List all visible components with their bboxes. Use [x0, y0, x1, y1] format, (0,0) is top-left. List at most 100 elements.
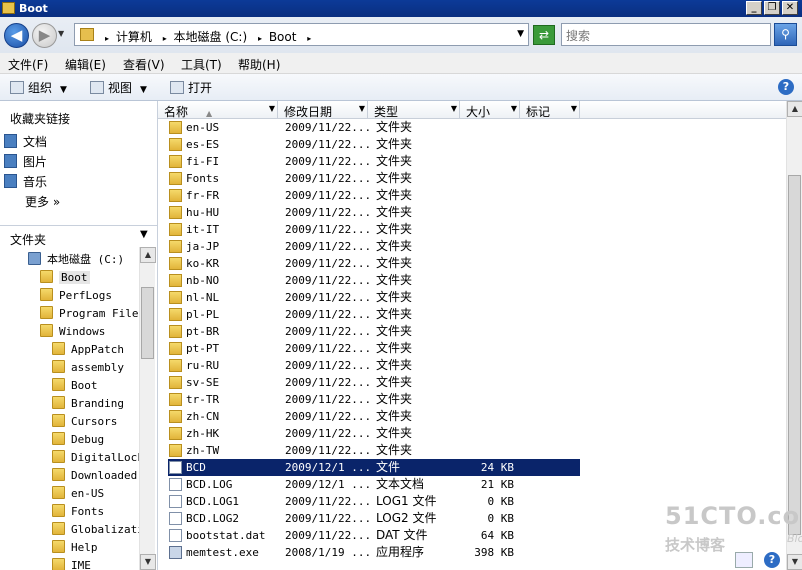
tree-item[interactable]: Boot: [52, 377, 98, 394]
search-button[interactable]: ⚲: [774, 23, 797, 46]
column-name[interactable]: 名称 ▲ ▼: [158, 101, 278, 119]
open-button[interactable]: 打开: [170, 79, 212, 96]
views-button[interactable]: 视图 ▼: [90, 79, 147, 96]
favorite-documents[interactable]: 文档: [4, 133, 47, 151]
chevron-down-icon[interactable]: ▼: [451, 104, 457, 113]
file-row[interactable]: BCD 2009/12/1 ... 文件 24 KB: [168, 459, 580, 476]
tree-item[interactable]: DigitalLocke: [52, 449, 150, 466]
address-dropdown[interactable]: ▼: [517, 29, 524, 39]
scroll-down-button[interactable]: ▼: [140, 554, 156, 570]
forward-button[interactable]: ▶: [32, 23, 57, 48]
breadcrumb-local-disk[interactable]: 本地磁盘 (C:): [174, 30, 248, 44]
chevron-down-icon[interactable]: ▼: [269, 104, 275, 113]
pictures-icon: [4, 154, 17, 168]
scroll-thumb[interactable]: [788, 175, 801, 535]
column-size[interactable]: 大小 ▼: [460, 101, 520, 119]
tree-item[interactable]: Cursors: [52, 413, 117, 430]
help-icon[interactable]: ?: [764, 552, 780, 568]
address-input[interactable]: ▸ 计算机 ▸ 本地磁盘 (C:) ▸ Boot ▸ ▼: [74, 23, 529, 46]
scroll-thumb[interactable]: [141, 287, 154, 359]
chevron-down-icon[interactable]: ▼: [571, 104, 577, 113]
tree-item[interactable]: en-US: [52, 485, 104, 502]
tree-item[interactable]: 本地磁盘 (C:): [28, 251, 124, 268]
file-list-scrollbar[interactable]: ▲ ▼: [786, 101, 802, 570]
file-row[interactable]: pl-PL 2009/11/22... 文件夹: [168, 306, 580, 323]
tree-item[interactable]: Help: [52, 539, 98, 556]
tree-item[interactable]: Program Files: [40, 305, 145, 322]
column-tags[interactable]: 标记 ▼: [520, 101, 580, 119]
organize-button[interactable]: 组织 ▼: [10, 79, 67, 96]
file-row[interactable]: ja-JP 2009/11/22... 文件夹: [168, 238, 580, 255]
file-row[interactable]: en-US 2009/11/22... 文件夹: [168, 119, 580, 136]
file-row[interactable]: es-ES 2009/11/22... 文件夹: [168, 136, 580, 153]
file-row[interactable]: tr-TR 2009/11/22... 文件夹: [168, 391, 580, 408]
chevron-right-icon[interactable]: ▸: [105, 34, 109, 43]
file-row[interactable]: zh-HK 2009/11/22... 文件夹: [168, 425, 580, 442]
help-button[interactable]: ?: [778, 79, 794, 95]
minimize-button[interactable]: _: [746, 1, 762, 15]
chevron-right-icon[interactable]: ▸: [307, 34, 311, 43]
tree-item[interactable]: Debug: [52, 431, 104, 448]
tree-item[interactable]: Fonts: [52, 503, 104, 520]
favorites-more[interactable]: 更多 »: [25, 193, 60, 211]
file-row[interactable]: fi-FI 2009/11/22... 文件夹: [168, 153, 580, 170]
tree-item[interactable]: Globalizatio: [52, 521, 150, 538]
tree-item[interactable]: Downloaded I: [52, 467, 150, 484]
file-name: fi-FI: [186, 155, 220, 168]
menu-edit[interactable]: 编辑(E): [65, 56, 106, 73]
file-row[interactable]: zh-CN 2009/11/22... 文件夹: [168, 408, 580, 425]
favorite-pictures[interactable]: 图片: [4, 153, 47, 171]
file-row[interactable]: bootstat.dat 2009/11/22... DAT 文件 64 KB: [168, 527, 580, 544]
breadcrumb-boot[interactable]: Boot: [269, 30, 297, 44]
maximize-button[interactable]: ❐: [764, 1, 780, 15]
menu-tools[interactable]: 工具(T): [181, 56, 222, 73]
menu-view[interactable]: 查看(V): [123, 56, 165, 73]
chevron-down-icon[interactable]: ▼: [359, 104, 365, 113]
chevron-right-icon[interactable]: ▸: [163, 34, 167, 43]
folders-header[interactable]: 文件夹 ▼: [0, 225, 157, 247]
file-row[interactable]: BCD.LOG 2009/12/1 ... 文本文档 21 KB: [168, 476, 580, 493]
breadcrumb-computer[interactable]: 计算机: [116, 30, 152, 44]
tree-item[interactable]: assembly: [52, 359, 124, 376]
refresh-button[interactable]: ⇄: [533, 25, 555, 45]
file-row[interactable]: hu-HU 2009/11/22... 文件夹: [168, 204, 580, 221]
file-row[interactable]: BCD.LOG1 2009/11/22... LOG1 文件 0 KB: [168, 493, 580, 510]
file-row[interactable]: BCD.LOG2 2009/11/22... LOG2 文件 0 KB: [168, 510, 580, 527]
tree-item[interactable]: AppPatch: [52, 341, 124, 358]
file-row[interactable]: pt-PT 2009/11/22... 文件夹: [168, 340, 580, 357]
file-row[interactable]: memtest.exe 2008/1/19 ... 应用程序 398 KB: [168, 544, 580, 561]
title-bar[interactable]: Boot _ ❐ ✕: [0, 0, 802, 17]
file-date: 2009/11/22...: [285, 529, 372, 542]
scroll-down-button[interactable]: ▼: [787, 554, 802, 570]
file-row[interactable]: Fonts 2009/11/22... 文件夹: [168, 170, 580, 187]
favorite-music[interactable]: 音乐: [4, 173, 47, 191]
close-button[interactable]: ✕: [782, 1, 798, 15]
recent-pages-dropdown[interactable]: ▼: [58, 29, 64, 38]
file-row[interactable]: fr-FR 2009/11/22... 文件夹: [168, 187, 580, 204]
file-row[interactable]: nb-NO 2009/11/22... 文件夹: [168, 272, 580, 289]
scroll-up-button[interactable]: ▲: [140, 247, 156, 263]
menu-help[interactable]: 帮助(H): [238, 56, 280, 73]
tree-item[interactable]: Branding: [52, 395, 124, 412]
column-type[interactable]: 类型 ▼: [368, 101, 460, 119]
chevron-right-icon[interactable]: ▸: [258, 34, 262, 43]
chevron-down-icon[interactable]: ▼: [511, 104, 517, 113]
file-row[interactable]: ru-RU 2009/11/22... 文件夹: [168, 357, 580, 374]
file-row[interactable]: it-IT 2009/11/22... 文件夹: [168, 221, 580, 238]
scroll-up-button[interactable]: ▲: [787, 101, 802, 117]
file-row[interactable]: sv-SE 2009/11/22... 文件夹: [168, 374, 580, 391]
keyboard-icon[interactable]: [735, 552, 753, 568]
file-row[interactable]: zh-TW 2009/11/22... 文件夹: [168, 442, 580, 459]
file-row[interactable]: nl-NL 2009/11/22... 文件夹: [168, 289, 580, 306]
tree-item[interactable]: PerfLogs: [40, 287, 112, 304]
file-row[interactable]: pt-BR 2009/11/22... 文件夹: [168, 323, 580, 340]
tree-scrollbar[interactable]: ▲ ▼: [139, 247, 156, 570]
file-row[interactable]: ko-KR 2009/11/22... 文件夹: [168, 255, 580, 272]
tree-item[interactable]: IME: [52, 557, 91, 570]
menu-file[interactable]: 文件(F): [8, 56, 48, 73]
tree-item[interactable]: Windows: [40, 323, 105, 340]
back-button[interactable]: ◀: [4, 23, 29, 48]
column-date[interactable]: 修改日期 ▼: [278, 101, 368, 119]
search-input[interactable]: 搜索: [561, 23, 771, 46]
tree-item[interactable]: Boot: [40, 269, 90, 286]
